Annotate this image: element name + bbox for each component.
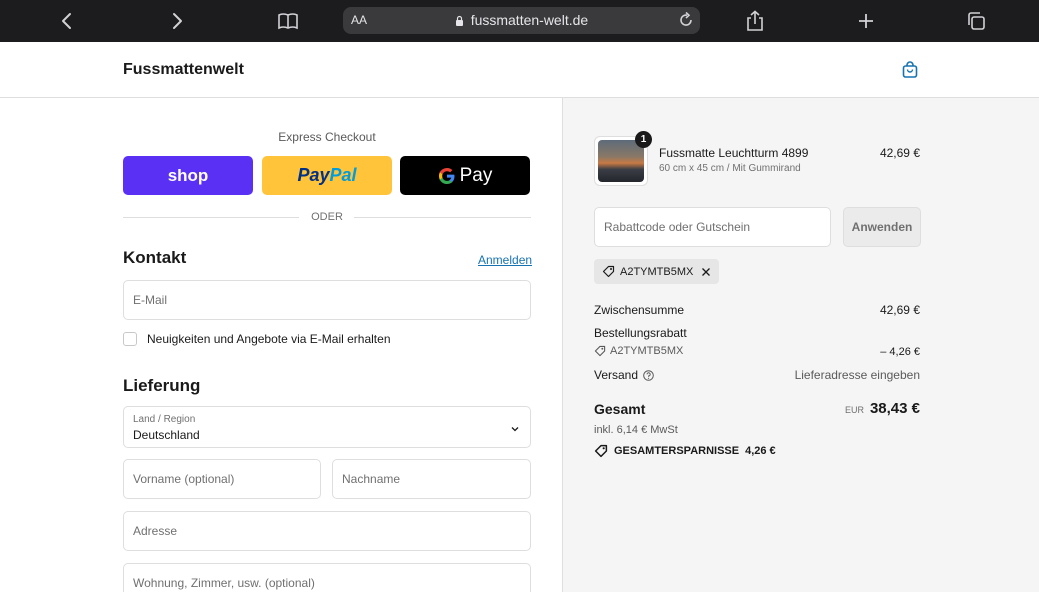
order-discount-code: A2TYMTB5MX — [610, 345, 684, 357]
total-value: 38,43 € — [869, 400, 920, 417]
apply-discount-button[interactable]: Anwenden — [843, 207, 921, 247]
order-summary-column: 1 Fussmatte Leuchtturm 4899 60 cm x 45 c… — [562, 98, 1039, 592]
product-price: 42,69 € — [879, 146, 920, 160]
address-input[interactable] — [124, 512, 530, 550]
help-circle-icon[interactable] — [643, 369, 654, 381]
email-field[interactable] — [123, 280, 531, 320]
discount-tag-icon — [594, 345, 606, 357]
share-icon[interactable] — [742, 8, 768, 34]
browser-toolbar: AA fussmatten-welt.de — [0, 0, 1039, 42]
order-discount-label: Bestellungsrabatt — [594, 326, 687, 340]
remove-discount-icon[interactable] — [701, 267, 711, 277]
total-amount: EUR 38,43 € — [845, 400, 920, 417]
forward-icon[interactable] — [164, 8, 190, 34]
delivery-heading: Lieferung — [123, 376, 201, 395]
savings-tag-icon — [594, 444, 608, 458]
newsletter-option[interactable]: Neuigkeiten und Angebote via E-Mail erha… — [123, 332, 391, 346]
tax-info: inkl. 6,14 € MwSt — [594, 424, 678, 436]
tag-icon — [602, 265, 615, 278]
first-name-field[interactable] — [123, 459, 321, 499]
shipping-label: Versand — [594, 368, 639, 382]
product-variant: 60 cm x 45 cm / Mit Gummirand — [659, 163, 801, 174]
quantity-badge: 1 — [635, 131, 652, 148]
email-input[interactable] — [124, 281, 530, 319]
total-label: Gesamt — [594, 401, 646, 417]
login-link[interactable]: Anmelden — [478, 253, 532, 267]
tabs-overview-icon[interactable] — [963, 8, 989, 34]
newsletter-checkbox[interactable] — [123, 332, 137, 346]
shopping-bag-icon[interactable] — [900, 60, 920, 80]
express-checkout-label: Express Checkout — [278, 130, 376, 144]
paypal-label-pal: Pal — [329, 165, 357, 185]
checkout-form-column: Express Checkout shop Pay Pal Pay ODER Ko… — [0, 98, 562, 592]
address-bar[interactable]: AA fussmatten-welt.de — [343, 7, 700, 34]
address-field[interactable] — [123, 511, 531, 551]
newsletter-label: Neuigkeiten und Angebote via E-Mail erha… — [147, 332, 391, 346]
shop-pay-button[interactable]: shop — [123, 156, 253, 195]
savings-label: GESAMTERSPARNISSE — [614, 445, 740, 457]
country-value: Deutschland — [133, 428, 200, 442]
subtotal-value: 42,69 € — [879, 303, 920, 317]
applied-discount-tag: A2TYMTB5MX — [594, 259, 720, 284]
contact-heading: Kontakt — [123, 248, 187, 267]
new-tab-icon[interactable] — [853, 8, 879, 34]
savings-value: 4,26 € — [745, 445, 776, 457]
total-savings: GESAMTERSPARNISSE 4,26 € — [594, 444, 776, 458]
chevron-down-icon — [510, 421, 520, 439]
lock-icon — [455, 12, 471, 28]
bookmarks-icon[interactable] — [275, 8, 301, 34]
country-label: Land / Region — [133, 414, 196, 425]
last-name-field[interactable] — [332, 459, 531, 499]
last-name-input[interactable] — [333, 460, 530, 498]
total-currency: EUR — [844, 405, 864, 415]
country-select[interactable]: Land / Region Deutschland — [123, 406, 531, 448]
order-discount-code-row: A2TYMTB5MX — [594, 345, 683, 357]
divider-right — [354, 217, 531, 218]
url-text[interactable]: fussmatten-welt.de — [343, 12, 700, 28]
reload-icon[interactable] — [678, 11, 694, 32]
google-pay-button[interactable]: Pay — [400, 156, 530, 195]
google-g-icon — [438, 167, 456, 185]
shipping-value: Lieferadresse eingeben — [794, 368, 920, 382]
shop-name-logo[interactable]: Fussmattenwelt — [123, 61, 244, 79]
apartment-input[interactable] — [124, 564, 530, 592]
url-domain: fussmatten-welt.de — [470, 12, 589, 28]
apartment-field[interactable] — [123, 563, 531, 592]
discount-code-field[interactable] — [594, 207, 831, 247]
order-discount-value: – 4,26 € — [880, 346, 920, 358]
shop-header: Fussmattenwelt — [0, 42, 1039, 98]
shop-pay-label: shop — [167, 165, 209, 185]
product-name: Fussmatte Leuchtturm 4899 — [659, 146, 809, 160]
paypal-label-pay: Pay — [297, 165, 330, 185]
applied-discount-code: A2TYMTB5MX — [620, 265, 694, 278]
back-icon[interactable] — [54, 8, 80, 34]
product-image — [598, 140, 644, 182]
shipping-row: Versand — [594, 368, 654, 382]
divider-left — [123, 217, 299, 218]
google-pay-label: Pay — [459, 164, 493, 186]
paypal-button[interactable]: Pay Pal — [262, 156, 392, 195]
subtotal-label: Zwischensumme — [594, 303, 685, 317]
first-name-input[interactable] — [124, 460, 320, 498]
or-divider-label: ODER — [300, 211, 354, 223]
discount-code-input[interactable] — [595, 208, 830, 246]
